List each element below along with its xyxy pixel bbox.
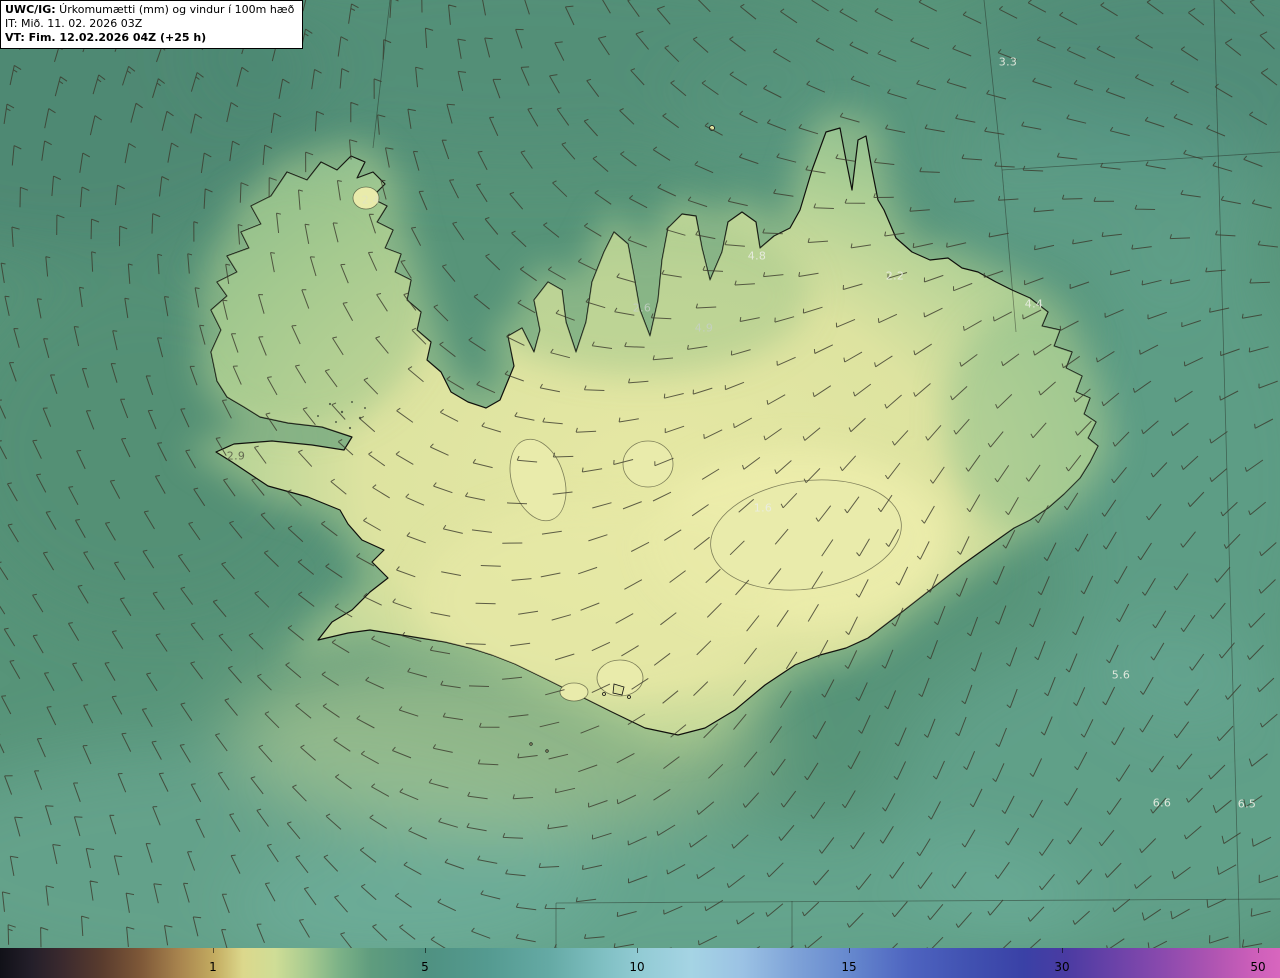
colorbar-tick	[424, 948, 426, 953]
valid-time-value: Fim. 12.02.2026 04Z (+25 h)	[24, 31, 207, 44]
init-time-line: IT: Mið. 11. 02. 2026 03Z	[5, 17, 294, 31]
colorbar-tick	[212, 948, 214, 953]
colorbar-tick	[637, 948, 639, 953]
title-box: UWC/IG: Úrkomumætti (mm) og vindur í 100…	[0, 0, 304, 49]
colorbar: 1 5 10 15 30 50	[0, 948, 1280, 978]
colorbar-tick-label: 15	[841, 960, 857, 974]
map-canvas	[0, 0, 1280, 948]
colorbar-tick	[1062, 948, 1064, 953]
title-line: UWC/IG: Úrkomumætti (mm) og vindur í 100…	[5, 3, 294, 17]
colorbar-tick-label: 1	[209, 960, 217, 974]
map-title: Úrkomumætti (mm) og vindur í 100m hæð	[55, 3, 295, 16]
colorbar-tick-label: 5	[421, 960, 429, 974]
colorbar-tick-label: 50	[1250, 960, 1266, 974]
colorbar-tick-label: 30	[1054, 960, 1070, 974]
weather-map-page: 3.3 2.4 4.8 2.2 4.4 2.6 4.9 2.9 1.6 5.6 6.6 6.5 UWC…	[0, 0, 1280, 978]
colorbar-tick	[1257, 948, 1259, 953]
init-time-label: IT:	[5, 17, 18, 30]
model-name: UWC/IG:	[5, 3, 56, 16]
valid-time-line: VT: Fim. 12.02.2026 04Z (+25 h)	[5, 31, 294, 45]
colorbar-tick	[849, 948, 851, 953]
init-time-value: Mið. 11. 02. 2026 03Z	[17, 17, 143, 30]
valid-time-label: VT:	[5, 31, 25, 44]
colorbar-tick-label: 10	[629, 960, 645, 974]
